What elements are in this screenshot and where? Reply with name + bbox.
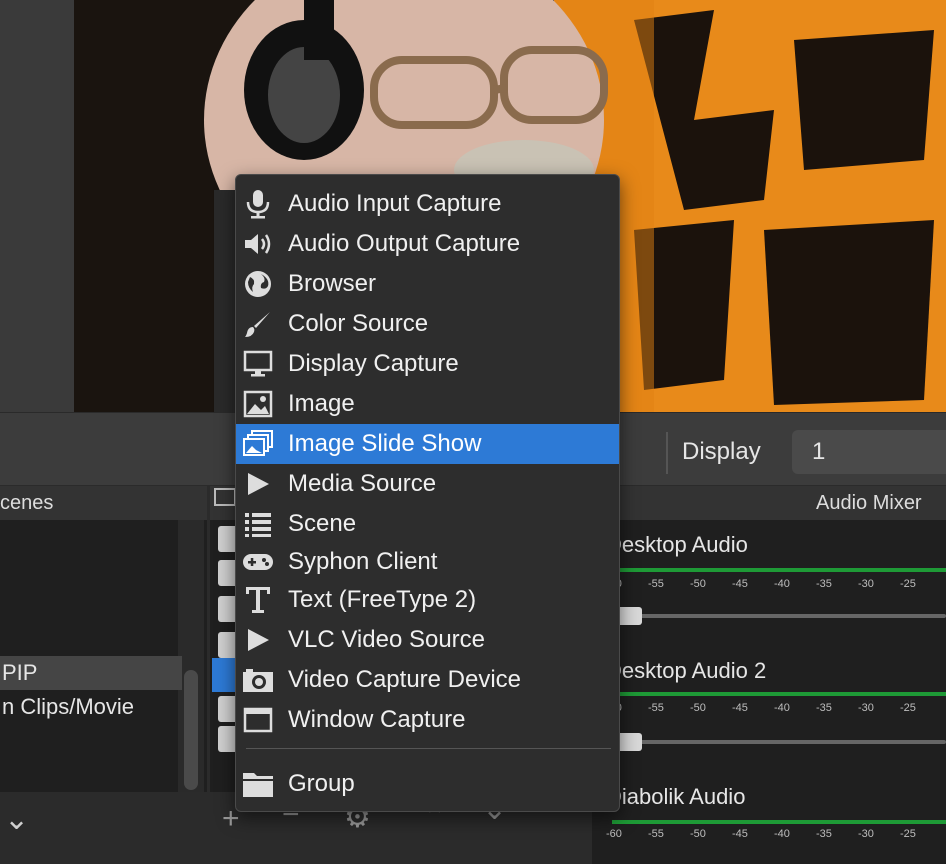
audio-mixer-panel: Audio Mixer Desktop Audio -60 -55 -50 -45 -4… [592, 486, 946, 864]
meter-scale-2: -60-55-50-45-40-35-30-25 [606, 702, 946, 714]
play-icon [238, 464, 278, 504]
scale-tick: -45 [732, 578, 748, 590]
scale-tick: -25 [900, 578, 916, 590]
scale-tick: -25 [900, 828, 916, 840]
menu-item-image[interactable]: Image [236, 384, 619, 424]
track-meter-3 [612, 820, 946, 824]
globe-icon [238, 264, 278, 304]
scale-tick: -45 [732, 828, 748, 840]
text-icon [238, 580, 278, 620]
display-select-value: 1 [812, 438, 826, 465]
add-source-menu: Audio Input Capture Audio Output Capture… [235, 174, 620, 812]
menu-item-video-capture-device[interactable]: Video Capture Device [236, 660, 619, 700]
track-meter-2 [612, 692, 946, 696]
scenes-header: cenes [0, 486, 207, 520]
menu-item-label: VLC Video Source [288, 626, 486, 653]
menu-item-syphon-client[interactable]: Syphon Client [236, 542, 619, 582]
track-name-desktop-audio: Desktop Audio [606, 532, 748, 557]
scale-tick: -55 [648, 702, 664, 714]
scale-tick: -45 [732, 702, 748, 714]
toolbar-divider [666, 432, 668, 474]
chevron-down-icon[interactable]: ⌄ [4, 802, 29, 837]
scale-tick: -40 [774, 702, 790, 714]
scale-tick: -40 [774, 828, 790, 840]
scale-tick: -50 [690, 828, 706, 840]
folder-icon [238, 764, 278, 804]
camera-icon [238, 660, 278, 700]
scale-tick: -30 [858, 702, 874, 714]
menu-item-label: Audio Input Capture [288, 190, 502, 217]
menu-separator [246, 748, 611, 749]
menu-item-label: Audio Output Capture [288, 230, 521, 257]
sources-dock-icon [214, 488, 236, 506]
menu-item-vlc-video-source[interactable]: VLC Video Source [236, 620, 619, 660]
paintbrush-icon [238, 304, 278, 344]
menu-item-label: Browser [288, 270, 377, 297]
menu-item-label: Image [288, 390, 355, 417]
microphone-icon [238, 184, 278, 224]
menu-item-label: Video Capture Device [288, 666, 522, 693]
scale-tick: -35 [816, 578, 832, 590]
track-name-desktop-audio-2: Desktop Audio 2 [606, 658, 767, 683]
track-meter-1 [612, 568, 946, 572]
scale-tick: -30 [858, 578, 874, 590]
monitor-icon [238, 344, 278, 384]
menu-item-audio-input-capture[interactable]: Audio Input Capture [236, 184, 619, 224]
display-label: Display [682, 438, 761, 465]
menu-item-color-source[interactable]: Color Source [236, 304, 619, 344]
scene-item-pip[interactable]: PIP [0, 656, 182, 690]
window-icon [238, 700, 278, 740]
scale-tick: -50 [690, 578, 706, 590]
scale-tick: -35 [816, 702, 832, 714]
mixer-header: Audio Mixer [592, 486, 946, 520]
menu-item-window-capture[interactable]: Window Capture [236, 700, 619, 740]
menu-item-label: Scene [288, 510, 357, 537]
menu-item-label: Media Source [288, 470, 437, 497]
menu-item-label: Syphon Client [288, 548, 438, 575]
menu-item-scene[interactable]: Scene [236, 504, 619, 544]
scale-tick: -60 [606, 828, 622, 840]
scenes-title: cenes [0, 492, 54, 514]
menu-item-image-slide-show[interactable]: Image Slide Show [236, 424, 619, 464]
menu-item-label: Display Capture [288, 350, 459, 377]
menu-item-display-capture[interactable]: Display Capture [236, 344, 619, 384]
menu-item-audio-output-capture[interactable]: Audio Output Capture [236, 224, 619, 264]
scale-tick: -55 [648, 828, 664, 840]
display-select[interactable]: 1 [792, 430, 946, 474]
menu-item-label: Color Source [288, 310, 429, 337]
scene-item-clips[interactable]: n Clips/Movie [0, 690, 182, 724]
list-icon [238, 504, 278, 544]
menu-item-label: Group [288, 770, 355, 797]
scenes-panel: cenes PIP n Clips/Movie ⌄ [0, 486, 207, 864]
menu-item-media-source[interactable]: Media Source [236, 464, 619, 504]
image-icon [238, 384, 278, 424]
scale-tick: -40 [774, 578, 790, 590]
scale-tick: -55 [648, 578, 664, 590]
scale-tick: -35 [816, 828, 832, 840]
menu-item-label: Image Slide Show [288, 430, 482, 457]
speaker-icon [238, 224, 278, 264]
menu-item-text-freetype[interactable]: Text (FreeType 2) [236, 580, 619, 620]
preview-left-gutter [0, 0, 74, 412]
track-name-diabolik-audio: Diabolik Audio [606, 784, 746, 809]
scenes-scrollbar-thumb[interactable] [184, 670, 198, 790]
menu-item-label: Text (FreeType 2) [288, 586, 477, 613]
volume-slider-1[interactable] [612, 614, 946, 618]
meter-scale-1: -60-55-50-45-40-35-30-25 [606, 578, 946, 590]
scale-tick: -30 [858, 828, 874, 840]
menu-item-label: Window Capture [288, 706, 466, 733]
menu-item-group[interactable]: Group [236, 764, 619, 804]
scale-tick: -50 [690, 702, 706, 714]
play-icon [238, 620, 278, 660]
menu-item-browser[interactable]: Browser [236, 264, 619, 304]
slideshow-icon [238, 424, 278, 464]
mixer-title: Audio Mixer [816, 492, 922, 514]
scenes-footer: ⌄ [0, 792, 207, 864]
volume-slider-2[interactable] [612, 740, 946, 744]
meter-scale-3: -60 -55 -50 -45 -40 -35 -30 -25 [606, 828, 946, 840]
gamepad-icon [238, 542, 278, 582]
scale-tick: -25 [900, 702, 916, 714]
